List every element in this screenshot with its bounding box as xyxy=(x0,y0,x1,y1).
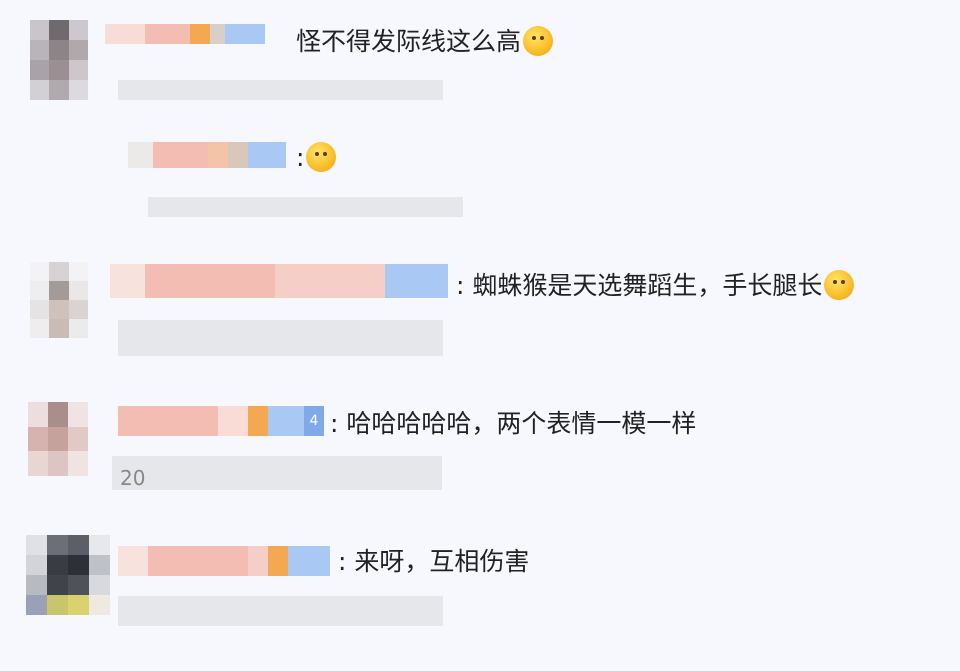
blurred-date-fragment: 20 xyxy=(120,466,146,490)
avatar[interactable] xyxy=(30,262,88,338)
comment-meta-blurred xyxy=(118,320,443,356)
thinking-face-icon xyxy=(523,26,554,56)
scream-face-icon xyxy=(824,270,855,300)
username-blurred[interactable] xyxy=(128,142,286,168)
thinking-face-icon xyxy=(306,142,337,172)
reply-text: : xyxy=(296,142,337,174)
comment-text: 怪不得发际线这么高 xyxy=(296,26,554,58)
comment-text: : 来呀，互相伤害 xyxy=(338,547,530,576)
username-blurred[interactable] xyxy=(110,264,448,298)
comment-text: : 蜘蛛猴是天选舞蹈生，手长腿长 xyxy=(456,270,855,302)
username-blurred[interactable] xyxy=(118,546,330,576)
username-blurred[interactable] xyxy=(105,24,265,44)
username-blurred[interactable]: 4 xyxy=(118,406,324,436)
avatar[interactable] xyxy=(28,402,88,476)
comment-meta-blurred xyxy=(118,80,443,100)
comment-meta-blurred xyxy=(112,456,442,490)
avatar[interactable] xyxy=(26,535,110,615)
avatar[interactable] xyxy=(30,20,88,100)
level-badge: 4 xyxy=(304,406,324,436)
comment-meta-blurred xyxy=(118,596,443,626)
comment-text: : 哈哈哈哈哈，两个表情一模一样 xyxy=(330,409,697,438)
reply-meta-blurred xyxy=(148,197,463,217)
